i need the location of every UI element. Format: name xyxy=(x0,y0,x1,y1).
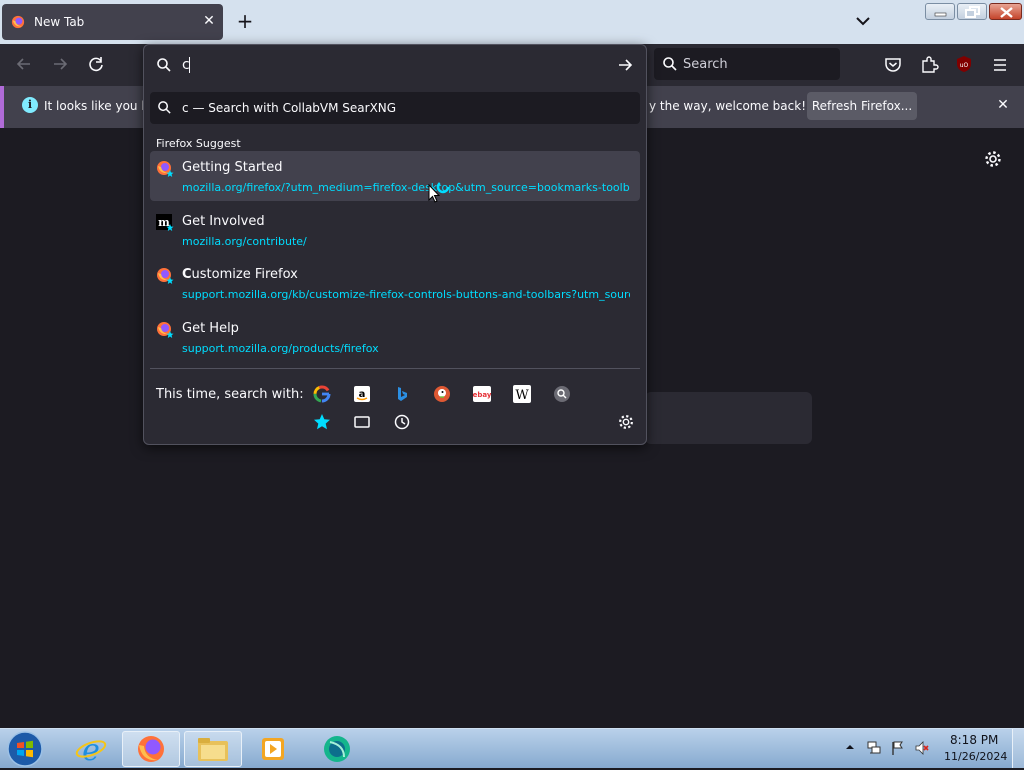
result-title-rest: ustomize Firefox xyxy=(191,267,298,282)
refresh-firefox-button[interactable]: Refresh Firefox... xyxy=(807,92,917,120)
tabs-icon[interactable] xyxy=(353,413,371,431)
close-notification-icon[interactable]: ✕ xyxy=(994,96,1012,114)
divider xyxy=(150,368,640,369)
search-placeholder: Search xyxy=(683,57,728,72)
wikipedia-icon[interactable]: W xyxy=(513,385,531,403)
notification-message-start: It looks like you ha xyxy=(44,99,157,113)
close-icon xyxy=(1000,7,1013,18)
result-row[interactable]: Get Help support.mozilla.org/products/fi… xyxy=(150,312,640,362)
gear-icon[interactable] xyxy=(983,149,1003,169)
restore-button[interactable] xyxy=(957,3,987,20)
urlbar-dropdown: c — Search with CollabVM SearXNG Firefox… xyxy=(143,44,647,445)
amazon-icon[interactable]: a xyxy=(353,385,371,403)
search-suggestion-row[interactable]: c — Search with CollabVM SearXNG xyxy=(150,92,640,124)
app-icon xyxy=(324,736,350,762)
taskbar-internet-explorer[interactable]: e xyxy=(62,731,120,768)
search-engine-hint: — Search with CollabVM SearXNG xyxy=(192,101,397,115)
result-title-match: C xyxy=(182,267,192,282)
taskbar-file-explorer[interactable] xyxy=(184,731,242,767)
minimize-button[interactable] xyxy=(925,3,955,20)
clock-date[interactable]: 11/26/2024 xyxy=(944,750,1007,763)
result-url: mozilla.org/contribute/ xyxy=(182,235,307,248)
firefox-icon xyxy=(138,736,164,762)
media-player-icon xyxy=(262,738,284,760)
firefox-icon xyxy=(157,322,174,338)
info-icon: i xyxy=(22,97,38,113)
search-bar[interactable]: Search xyxy=(654,48,840,80)
result-row[interactable]: Getting Started mozilla.org/firefox/?utm… xyxy=(150,151,640,201)
history-clock-icon[interactable] xyxy=(393,413,411,431)
ebay-icon[interactable]: ebay xyxy=(473,385,491,403)
close-window-button[interactable] xyxy=(989,3,1022,20)
search-query: c xyxy=(182,101,189,115)
windows-start-icon[interactable] xyxy=(6,730,44,768)
network-icon[interactable] xyxy=(866,740,882,756)
bing-icon[interactable] xyxy=(393,385,411,403)
bookmark-star-icon[interactable] xyxy=(313,413,331,431)
mozilla-icon: m xyxy=(156,214,174,231)
google-icon[interactable] xyxy=(313,385,331,403)
back-arrow-icon[interactable] xyxy=(13,53,35,75)
search-icon xyxy=(663,57,677,71)
new-tab-button[interactable]: + xyxy=(234,10,256,32)
restore-icon xyxy=(965,6,980,18)
hamburger-menu-icon[interactable] xyxy=(989,54,1011,76)
search-settings-gear-icon[interactable] xyxy=(617,413,635,431)
svg-text:a: a xyxy=(359,389,366,400)
taskbar-media-player[interactable] xyxy=(244,731,302,767)
close-tab-icon[interactable]: ✕ xyxy=(200,12,218,30)
result-title: Get Involved xyxy=(182,214,265,229)
taskbar-app[interactable] xyxy=(306,731,364,767)
one-off-search-label: This time, search with: xyxy=(156,387,304,402)
address-bar-input[interactable] xyxy=(182,54,602,76)
forward-arrow-icon[interactable] xyxy=(49,53,71,75)
shortcut-tile[interactable] xyxy=(645,392,812,444)
clock-time[interactable]: 8:18 PM xyxy=(950,733,998,747)
show-desktop-button[interactable] xyxy=(1012,729,1024,768)
result-url: support.mozilla.org/kb/customize-firefox… xyxy=(182,288,630,301)
notification-message-end: y the way, welcome back! xyxy=(649,99,807,113)
svg-text:W: W xyxy=(515,388,529,403)
svg-text:ebay: ebay xyxy=(473,391,491,399)
firefox-icon xyxy=(157,161,174,177)
result-title: Get Help xyxy=(182,321,239,336)
reload-icon[interactable] xyxy=(85,53,107,75)
search-suggestion-text: c — Search with CollabVM SearXNG xyxy=(182,101,396,115)
result-row[interactable]: m Get Involved mozilla.org/contribute/ xyxy=(150,205,640,255)
show-hidden-icons-arrow-icon[interactable] xyxy=(844,742,856,752)
firefox-icon xyxy=(11,15,25,29)
duckduckgo-icon[interactable] xyxy=(433,385,451,403)
collabvm-searxng-icon[interactable] xyxy=(553,385,571,403)
mouse-cursor-icon xyxy=(428,184,440,203)
go-arrow-icon[interactable] xyxy=(616,56,634,74)
search-icon xyxy=(157,58,171,72)
firefox-suggest-heading: Firefox Suggest xyxy=(156,137,241,150)
volume-muted-icon[interactable] xyxy=(914,740,930,756)
pocket-icon[interactable] xyxy=(882,54,904,76)
svg-text:uO: uO xyxy=(960,62,969,69)
result-title: Getting Started xyxy=(182,160,283,175)
folder-icon xyxy=(198,738,228,761)
chevron-down-icon[interactable] xyxy=(852,12,874,30)
text-caret xyxy=(189,57,190,73)
internet-explorer-icon: e xyxy=(75,733,107,768)
search-icon xyxy=(158,101,171,114)
action-center-flag-icon[interactable] xyxy=(890,740,906,756)
extensions-puzzle-icon[interactable] xyxy=(918,54,940,76)
result-url: support.mozilla.org/products/firefox xyxy=(182,342,379,355)
firefox-icon xyxy=(157,268,174,284)
tab-title: New Tab xyxy=(34,15,85,29)
result-url: mozilla.org/firefox/?utm_medium=firefox-… xyxy=(182,181,630,194)
result-title: Customize Firefox xyxy=(182,267,298,282)
tab-new-tab[interactable]: New Tab ✕ xyxy=(2,4,223,40)
result-row[interactable]: Customize Firefox support.mozilla.org/kb… xyxy=(150,258,640,308)
svg-text:e: e xyxy=(82,733,100,767)
ublock-origin-icon[interactable]: uO xyxy=(954,54,974,74)
minimize-icon xyxy=(934,12,947,17)
taskbar-firefox[interactable] xyxy=(122,731,180,767)
